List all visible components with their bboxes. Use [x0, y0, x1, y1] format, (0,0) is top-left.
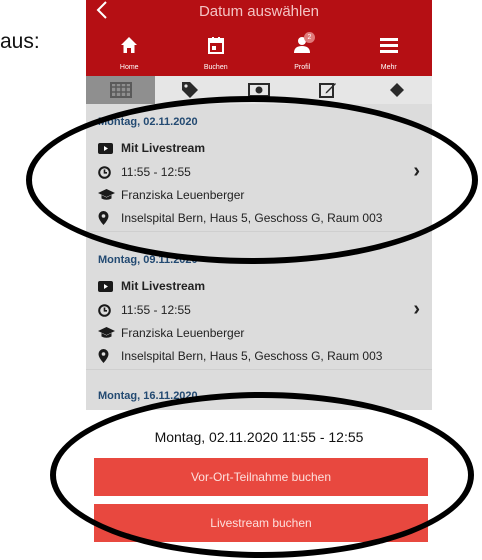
stream-label: Mit Livestream	[121, 141, 206, 155]
tab-tag[interactable]	[155, 76, 224, 104]
notification-badge: 2	[303, 32, 315, 43]
chevron-right-icon[interactable]: ›	[413, 160, 420, 183]
stream-label: Mit Livestream	[121, 279, 206, 293]
appointment-date: Montag, 02.11.2020	[98, 116, 198, 128]
book-livestream-button[interactable]: Livestream buchen	[94, 504, 428, 542]
nav-label-mehr: Mehr	[380, 64, 397, 71]
menu-icon	[379, 36, 399, 59]
chevron-right-icon[interactable]: ›	[413, 298, 420, 321]
money-icon	[248, 83, 270, 97]
location-label: Inselspital Bern, Haus 5, Geschoss G, Ra…	[121, 211, 383, 225]
nav-item-profil[interactable]: 2 Profil	[259, 28, 346, 76]
tab-money[interactable]	[224, 76, 293, 104]
top-bar: Datum auswählen Home Buchen 2 Profil Meh…	[86, 0, 432, 76]
selected-appointment: Montag, 02.11.2020 11:55 - 12:55	[154, 429, 364, 445]
nav-label-home: Home	[119, 64, 139, 71]
nav-label-profil: Profil	[294, 64, 311, 71]
stream-row: Mit Livestream	[98, 140, 205, 156]
appointment-date: Montag, 16.11.2020	[98, 390, 198, 402]
tab-edit[interactable]	[294, 76, 363, 104]
location-label: Inselspital Bern, Haus 5, Geschoss G, Ra…	[121, 349, 383, 363]
video-icon	[98, 279, 115, 293]
home-icon	[120, 36, 138, 59]
graduation-cap-icon	[98, 188, 115, 202]
map-pin-icon	[98, 211, 115, 225]
clock-icon	[98, 165, 115, 179]
diamond-icon	[390, 83, 405, 97]
main-nav: Home Buchen 2 Profil Mehr	[86, 28, 432, 76]
tab-bar	[86, 76, 432, 104]
location-row: Inselspital Bern, Haus 5, Geschoss G, Ra…	[98, 210, 382, 226]
calendar-icon	[207, 36, 225, 59]
nav-label-buchen: Buchen	[203, 64, 228, 71]
graduation-cap-icon	[98, 326, 115, 340]
tag-icon	[181, 82, 198, 98]
appointment-item[interactable]: Montag, 02.11.2020 Mit Livestream 11:55 …	[86, 104, 432, 232]
document-text: aus:	[0, 30, 40, 53]
nav-item-home[interactable]: Home	[86, 28, 173, 76]
edit-icon	[319, 83, 337, 98]
time-row: 11:55 - 12:55	[98, 164, 191, 180]
tab-calendar-grid[interactable]	[86, 76, 156, 104]
appointment-item[interactable]: Montag, 09.11.2020 Mit Livestream 11:55 …	[86, 242, 432, 370]
page-title: Datum auswählen	[198, 3, 320, 20]
phone-screen: Datum auswählen Home Buchen 2 Profil Meh…	[86, 0, 432, 560]
map-pin-icon	[98, 349, 115, 363]
appointment-date: Montag, 09.11.2020	[98, 254, 198, 266]
nav-item-buchen[interactable]: Buchen	[173, 28, 260, 76]
stream-row: Mit Livestream	[98, 278, 205, 294]
tab-diamond[interactable]	[363, 76, 432, 104]
booking-panel: Montag, 02.11.2020 11:55 - 12:55 Vor-Ort…	[86, 410, 432, 560]
time-label: 11:55 - 12:55	[121, 303, 191, 317]
time-row: 11:55 - 12:55	[98, 302, 191, 318]
appointment-list: Montag, 02.11.2020 Mit Livestream 11:55 …	[86, 104, 432, 410]
time-label: 11:55 - 12:55	[121, 165, 191, 179]
location-row: Inselspital Bern, Haus 5, Geschoss G, Ra…	[98, 348, 382, 364]
video-icon	[98, 141, 115, 155]
nav-item-mehr[interactable]: Mehr	[346, 28, 433, 76]
teacher-label: Franziska Leuenberger	[121, 188, 245, 202]
teacher-row: Franziska Leuenberger	[98, 187, 244, 203]
grid-icon	[109, 82, 132, 98]
clock-icon	[98, 303, 115, 317]
teacher-label: Franziska Leuenberger	[121, 326, 245, 340]
teacher-row: Franziska Leuenberger	[98, 325, 244, 341]
book-onsite-button[interactable]: Vor-Ort-Teilnahme buchen	[94, 458, 428, 496]
